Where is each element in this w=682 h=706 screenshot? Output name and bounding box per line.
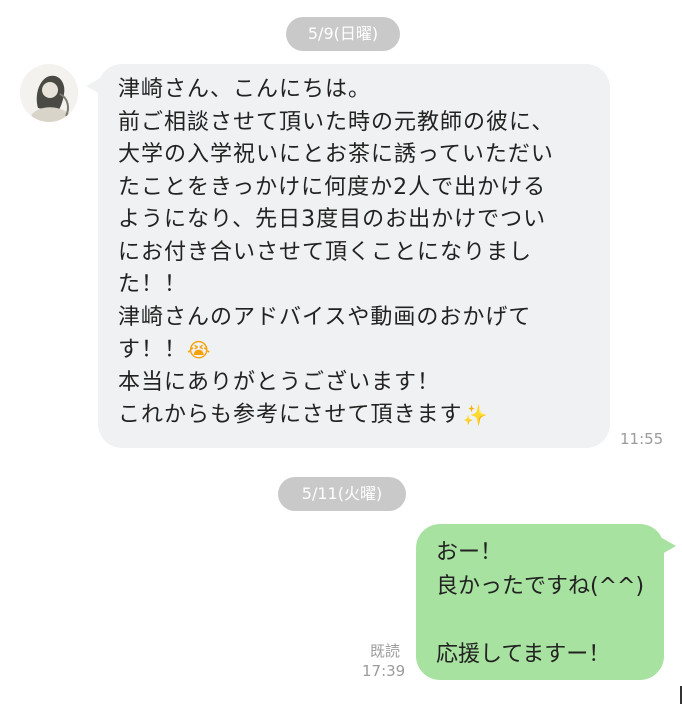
date-separator-5-9: 5/9(日曜) [286, 17, 400, 51]
incoming-timestamp: 11:55 [620, 430, 664, 448]
bubble-tail [662, 538, 676, 554]
message-line: 応援してますー！ [436, 642, 611, 667]
message-line: これからも参考にさせて頂きます✨ [118, 399, 598, 432]
crying-face-icon: 😭 [187, 338, 212, 362]
message-line: す！！😭 [118, 334, 598, 367]
avatar-illustration-icon [20, 64, 78, 122]
message-line: 前ご相談させて頂いた時の元教師の彼に、 [118, 109, 555, 135]
message-line: ようになり、先日3度目のお出かけでつい [118, 207, 547, 232]
incoming-message-bubble[interactable]: 津崎さん、こんにちは。 前ご相談させて頂いた時の元教師の彼に、 大学の入学祝いに… [86, 64, 610, 448]
message-line: 津崎さん、こんにちは。 [118, 77, 372, 102]
message-line: た！！ [118, 272, 188, 297]
message-line-text: これからも参考にさせて頂きます [118, 402, 463, 428]
message-line: 本当にありがとうございます！ [118, 369, 441, 395]
outgoing-message-bubble[interactable]: おー！ 良かったですね(^^) 応援してますー！ [416, 524, 676, 680]
message-line: 良かったですね(^^) [436, 574, 645, 599]
message-line: 津崎さんのアドバイスや動画のおかげて [118, 304, 532, 330]
message-line-text: す！！ [118, 337, 188, 363]
message-line [436, 604, 656, 638]
incoming-message-text: 津崎さん、こんにちは。 前ご相談させて頂いた時の元教師の彼に、 大学の入学祝いに… [118, 74, 598, 432]
message-line: たことをきっかけに何度か2人で出かける [118, 174, 547, 200]
message-line: おー！ [436, 540, 503, 565]
outgoing-timestamp: 17:39 [362, 662, 406, 680]
message-line: にお付き合いさせて頂くことになりまし [118, 239, 533, 265]
date-separator-5-11: 5/11(火曜) [278, 477, 406, 511]
sparkles-icon: ✨ [462, 403, 489, 428]
bubble-tail [86, 78, 100, 94]
outgoing-message-text: おー！ 良かったですね(^^) 応援してますー！ [436, 536, 656, 672]
contact-avatar[interactable] [20, 64, 78, 122]
message-line: 大学の入学祝いにとお茶に誘っていただい [118, 142, 554, 167]
read-receipt: 既読 [370, 642, 401, 660]
